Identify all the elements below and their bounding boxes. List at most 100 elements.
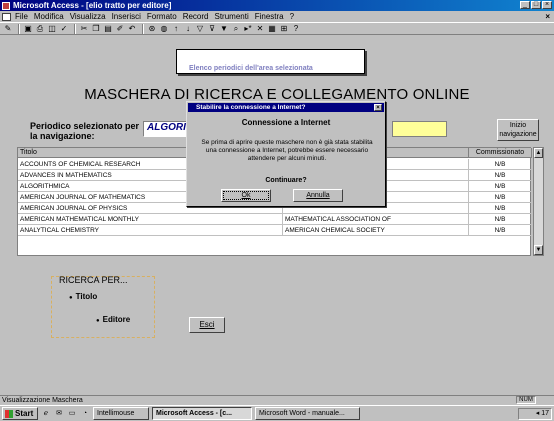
copy-icon[interactable]: ❐ <box>91 24 101 34</box>
dialog-message: Se prima di aprire queste maschere non è… <box>201 139 373 162</box>
radio-titolo[interactable]: ● Titolo <box>69 292 97 301</box>
filter-by-selection-icon[interactable]: ▽ <box>195 24 205 34</box>
cell-editor: MATHEMATICAL ASSOCIATION OF <box>283 214 469 225</box>
menu-help[interactable]: ? <box>290 12 294 21</box>
cell-title: AMERICAN MATHEMATICAL MONTHLY <box>18 214 283 225</box>
new-record-icon[interactable]: ▸* <box>243 24 253 34</box>
minimize-button[interactable]: _ <box>520 1 530 9</box>
menu-visualizza[interactable]: Visualizza <box>70 12 106 21</box>
period-input-extension[interactable] <box>392 121 447 137</box>
sort-descending-icon[interactable]: ↓ <box>183 24 193 34</box>
filter-by-form-icon[interactable]: ⊽ <box>207 24 217 34</box>
internet-explorer-icon[interactable]: ℯ <box>41 409 51 419</box>
sort-ascending-icon[interactable]: ↑ <box>171 24 181 34</box>
new-object-icon[interactable]: ⊞ <box>279 24 289 34</box>
radio-selected-icon[interactable]: ● <box>69 295 73 301</box>
design-view-icon[interactable]: ✎ <box>3 24 13 34</box>
menu-inserisci[interactable]: Inserisci <box>112 12 141 21</box>
toolbar-separator <box>142 23 144 34</box>
office-assistant-icon[interactable]: ? <box>291 24 301 34</box>
delete-record-icon[interactable]: ✕ <box>255 24 265 34</box>
desktop-icon[interactable]: ▭ <box>67 409 77 419</box>
scroll-down-arrow-icon[interactable]: ▼ <box>534 245 543 255</box>
scroll-up-arrow-icon[interactable]: ▲ <box>534 148 543 158</box>
task-microsoft-word[interactable]: Microsoft Word - manuale... <box>255 407 360 420</box>
dialog-close-icon[interactable]: × <box>374 104 382 111</box>
cell-flag: N/B <box>469 170 532 181</box>
menu-modifica[interactable]: Modifica <box>34 12 64 21</box>
cut-icon[interactable]: ✂ <box>79 24 89 34</box>
channels-icon[interactable]: ◔ <box>80 409 90 419</box>
popup-label: Elenco periodici dell'area selezionata <box>176 49 365 74</box>
cell-flag: N/B <box>469 159 532 170</box>
radio-unselected-icon[interactable]: ● <box>96 318 100 324</box>
tray-volume-icon[interactable]: ◂ <box>536 410 540 417</box>
column-header-commissionato[interactable]: Commissionato <box>469 148 532 158</box>
toolbar-separator <box>74 23 76 34</box>
menu-bar: File Modifica Visualizza Inserisci Forma… <box>0 11 554 22</box>
esci-button[interactable]: Esci <box>189 317 225 333</box>
print-icon[interactable]: ⎙ <box>35 24 45 34</box>
radio-titolo-label: Titolo <box>75 292 98 301</box>
close-button[interactable]: × <box>542 1 552 9</box>
menu-record[interactable]: Record <box>183 12 209 21</box>
table-row[interactable]: AMERICAN MATHEMATICAL MONTHLY MATHEMATIC… <box>18 214 532 225</box>
menu-strumenti[interactable]: Strumenti <box>215 12 249 21</box>
dialog-question: Continuare? <box>265 177 307 184</box>
table-row[interactable]: ANALYTICAL CHEMISTRY AMERICAN CHEMICAL S… <box>18 225 532 236</box>
spelling-icon[interactable]: ✓ <box>59 24 69 34</box>
save-icon[interactable]: ▣ <box>23 24 33 34</box>
maximize-button[interactable]: □ <box>531 1 541 9</box>
paste-icon[interactable]: ▤ <box>103 24 113 34</box>
web-toolbar-icon[interactable]: ◍ <box>159 24 169 34</box>
cell-editor: AMERICAN CHEMICAL SOCIETY <box>283 225 469 236</box>
task-microsoft-access[interactable]: Microsoft Access - [c... <box>152 407 252 420</box>
radio-editore[interactable]: ● Editore <box>96 315 130 324</box>
undo-icon[interactable]: ↶ <box>127 24 137 34</box>
task-intellimouse[interactable]: Intellimouse <box>93 407 149 420</box>
clock[interactable]: 17 <box>541 410 549 417</box>
menu-file[interactable]: File <box>15 12 28 21</box>
apply-filter-icon[interactable]: ▼ <box>219 24 229 34</box>
cell-flag: N/B <box>469 203 532 214</box>
outlook-icon[interactable]: ✉ <box>54 409 64 419</box>
document-icon[interactable] <box>2 12 11 21</box>
ok-button[interactable]: Ok <box>221 189 271 202</box>
cell-flag: N/B <box>469 214 532 225</box>
cell-flag: N/B <box>469 192 532 203</box>
windows-logo-icon <box>5 409 13 418</box>
start-button[interactable]: Start <box>2 407 38 420</box>
dialog-title-bar[interactable]: Stabilire la connessione a Internet? × <box>188 103 384 112</box>
period-label: Periodico selezionato per la navigazione… <box>30 121 140 141</box>
start-label: Start <box>15 409 34 418</box>
print-preview-icon[interactable]: ◫ <box>47 24 57 34</box>
radio-editore-label: Editore <box>102 315 131 324</box>
status-bar: Visualizzazione Maschera <box>0 395 554 405</box>
window-title: Microsoft Access - [elio tratto per edit… <box>13 1 172 10</box>
insert-hyperlink-icon[interactable]: ⊛ <box>147 24 157 34</box>
format-painter-icon[interactable]: ✐ <box>115 24 125 34</box>
menu-finestra[interactable]: Finestra <box>255 12 284 21</box>
menu-formato[interactable]: Formato <box>147 12 177 21</box>
toolbar: ✎ ▣ ⎙ ◫ ✓ ✂ ❐ ▤ ✐ ↶ ⊛ ◍ ↑ ↓ ▽ ⊽ ▼ ⌕ ▸* ✕… <box>0 22 554 35</box>
cell-title: ANALYTICAL CHEMISTRY <box>18 225 283 236</box>
popup-label-text: Elenco periodici dell'area selezionata <box>189 65 313 72</box>
cell-flag: N/B <box>469 181 532 192</box>
table-scrollbar[interactable]: ▲ ▼ <box>533 147 544 256</box>
num-lock-indicator: NUM <box>516 396 536 404</box>
window-title-bar[interactable]: Microsoft Access - [elio tratto per edit… <box>0 0 554 11</box>
search-option-group <box>51 276 155 338</box>
dialog-title: Stabilire la connessione a Internet? <box>196 104 306 111</box>
annulla-button[interactable]: Annulla <box>293 189 343 202</box>
dialog-heading: Connessione a Internet <box>241 118 331 127</box>
window-controls: _ □ × <box>520 1 552 9</box>
find-icon[interactable]: ⌕ <box>231 24 241 34</box>
system-tray: ◂ 17 <box>518 408 552 420</box>
inizio-navigazione-button[interactable]: Inizio navigazione <box>497 119 539 141</box>
access-app-icon <box>2 1 10 10</box>
search-group-label: RICERCA PER... <box>59 275 128 285</box>
cell-flag: N/B <box>469 225 532 236</box>
toolbar-separator <box>18 23 20 34</box>
database-window-icon[interactable]: ▦ <box>267 24 277 34</box>
document-close-icon[interactable]: × <box>545 12 550 21</box>
